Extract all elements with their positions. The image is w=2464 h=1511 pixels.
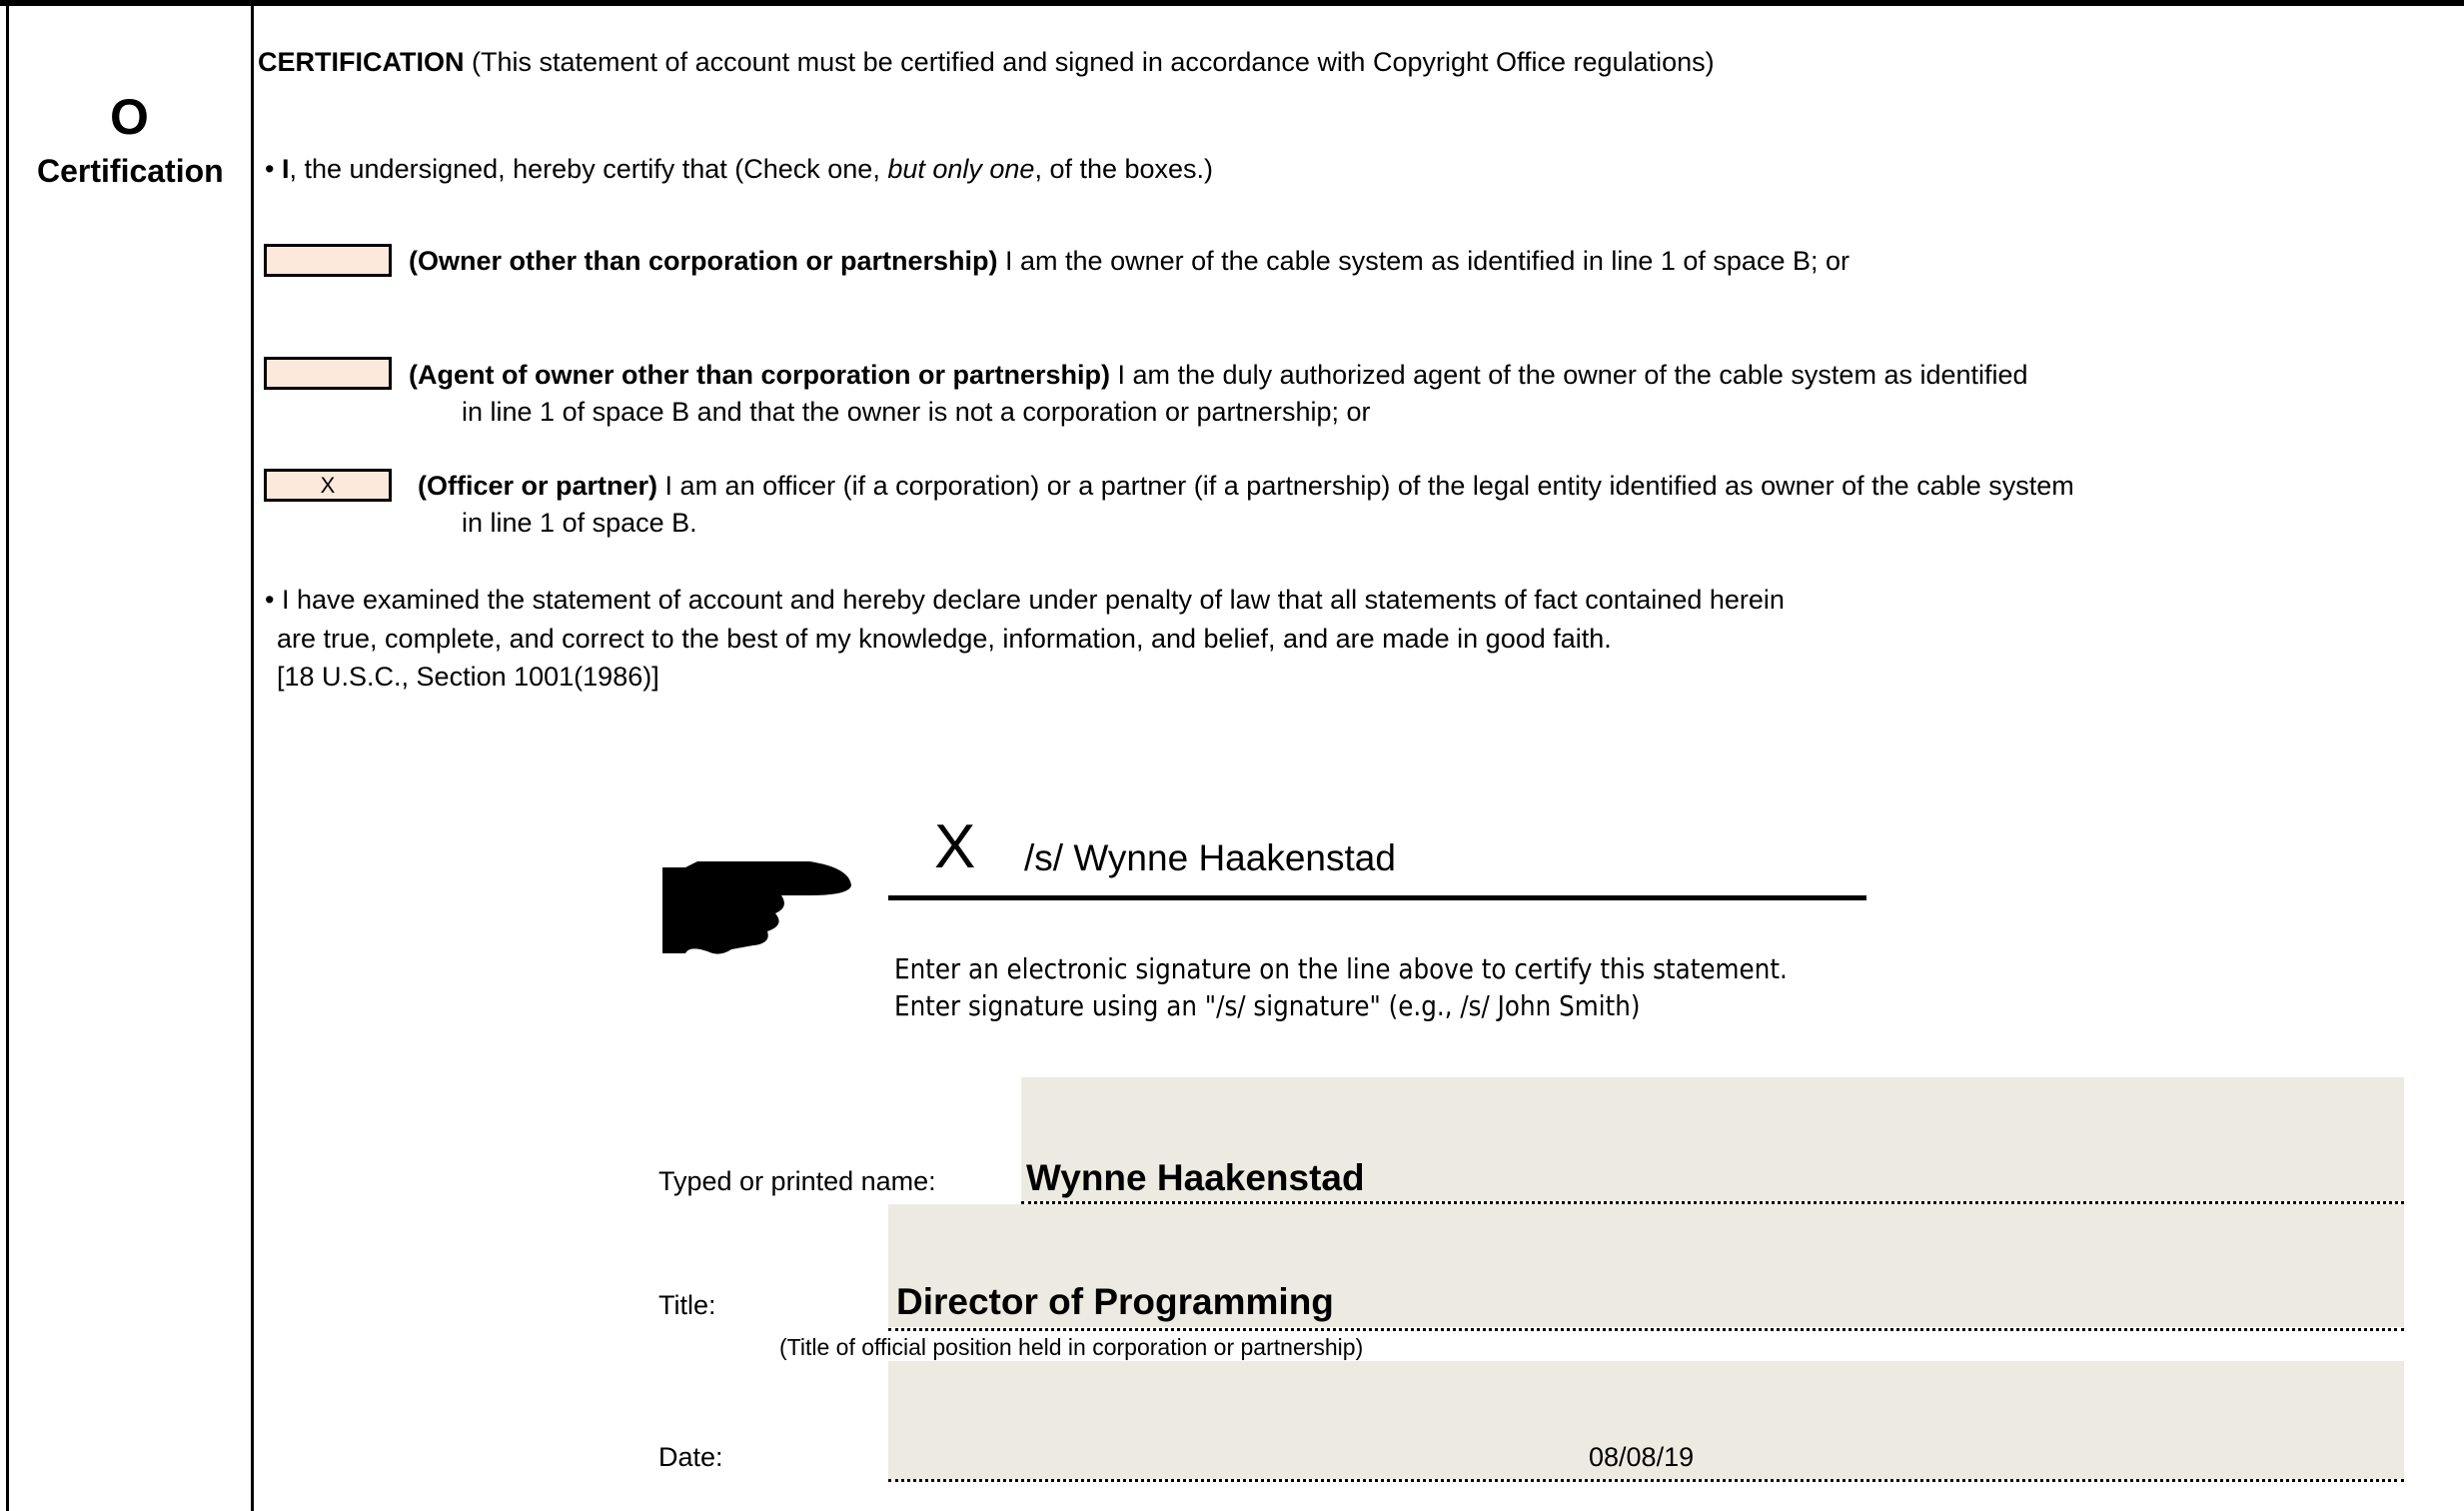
officer-option: (Officer or partner) I am an officer (if… xyxy=(418,471,2074,502)
agent-option-text: I am the duly authorized agent of the ow… xyxy=(1110,360,2028,390)
certify-intro: • I, the undersigned, hereby certify tha… xyxy=(265,154,1213,185)
date-label: Date: xyxy=(658,1442,723,1472)
name-field[interactable]: Wynne Haakenstad xyxy=(1026,1157,1365,1199)
intro-pre: , the undersigned, hereby certify that (… xyxy=(289,154,888,184)
top-border xyxy=(0,0,2464,6)
pointing-hand-icon xyxy=(662,861,851,954)
declaration-line1: • I have examined the statement of accou… xyxy=(265,585,1785,616)
owner-checkbox[interactable] xyxy=(264,244,392,277)
officer-option-text: I am an officer (if a corporation) or a … xyxy=(657,471,2074,501)
title-field[interactable]: Director of Programming xyxy=(896,1281,1334,1323)
intro-post: , of the boxes.) xyxy=(1034,154,1214,184)
agent-option-line2: in line 1 of space B and that the owner … xyxy=(462,397,1371,427)
intro-italic: but only one xyxy=(887,154,1035,184)
section-name: Certification xyxy=(37,153,224,189)
title-hint: (Title of official position held in corp… xyxy=(779,1334,1364,1360)
owner-option-text: I am the owner of the cable system as id… xyxy=(997,246,1849,276)
signature-field[interactable]: /s/ Wynne Haakenstad xyxy=(1024,837,1396,879)
agent-option-bold: (Agent of owner other than corporation o… xyxy=(409,360,1110,390)
bullet: • xyxy=(265,585,275,615)
heading-bold: CERTIFICATION xyxy=(258,47,465,77)
owner-option: (Owner other than corporation or partner… xyxy=(409,246,1849,277)
declaration-citation: [18 U.S.C., Section 1001(1986)] xyxy=(277,662,659,692)
signature-x: X xyxy=(934,812,976,881)
officer-option-line2: in line 1 of space B. xyxy=(462,508,697,538)
date-underline xyxy=(888,1479,2404,1482)
declaration-text: I have examined the statement of account… xyxy=(281,585,1785,615)
declaration-line2: are true, complete, and correct to the b… xyxy=(277,624,1612,654)
officer-checkbox[interactable]: X xyxy=(264,469,392,502)
bullet: • xyxy=(265,154,275,184)
name-label: Typed or printed name: xyxy=(658,1166,936,1196)
certification-heading: CERTIFICATION (This statement of account… xyxy=(258,47,1715,78)
title-label: Title: xyxy=(658,1290,716,1320)
signature-line xyxy=(888,895,1866,900)
owner-option-bold: (Owner other than corporation or partner… xyxy=(409,246,998,276)
agent-checkbox[interactable] xyxy=(264,357,392,390)
agent-option: (Agent of owner other than corporation o… xyxy=(409,360,2028,391)
heading-rest: (This statement of account must be certi… xyxy=(464,47,1715,77)
date-field[interactable]: 08/08/19 xyxy=(1589,1442,1694,1473)
signature-instruction-1: Enter an electronic signature on the lin… xyxy=(894,952,1788,985)
column-divider xyxy=(251,0,254,1511)
section-letter: O xyxy=(110,89,149,145)
signature-instruction-2: Enter signature using an "/s/ signature"… xyxy=(894,989,1641,1022)
officer-option-bold: (Officer or partner) xyxy=(418,471,658,501)
left-border xyxy=(6,0,9,1511)
title-underline xyxy=(888,1328,2404,1331)
